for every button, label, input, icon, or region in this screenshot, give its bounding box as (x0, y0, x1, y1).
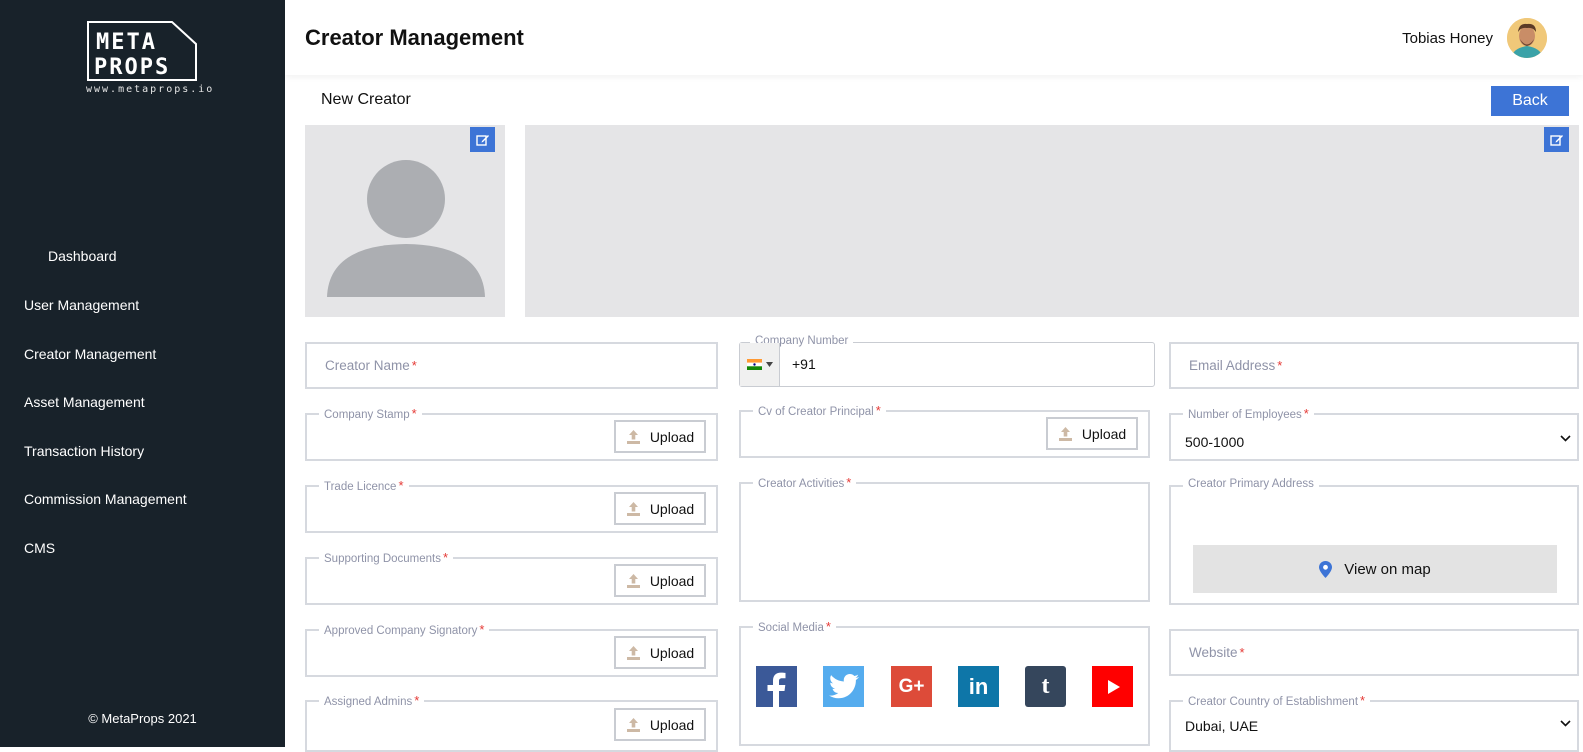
map-pin-icon (1319, 560, 1333, 578)
upload-icon (626, 573, 640, 588)
edit-cover-image-button[interactable] (1544, 127, 1569, 152)
youtube-icon[interactable] (1092, 666, 1133, 707)
edit-icon (1549, 134, 1563, 146)
top-header: Creator Management Tobias Honey (285, 0, 1583, 75)
assigned-admins-upload-button[interactable]: Upload (614, 708, 706, 741)
chevron-down-icon (1560, 435, 1571, 442)
creator-name-input[interactable]: Creator Name * (305, 342, 718, 389)
chevron-down-icon (1560, 720, 1571, 727)
cv-principal-upload-button[interactable]: Upload (1046, 417, 1138, 450)
assigned-admins-label: Assigned Admins * (319, 693, 425, 708)
linkedin-icon[interactable]: in (958, 666, 999, 707)
country-of-establishment-value: Dubai, UAE (1185, 718, 1259, 734)
upload-icon (626, 429, 640, 444)
tumblr-icon[interactable]: t (1025, 666, 1066, 707)
tumblr-glyph: t (1041, 673, 1050, 699)
logo-text-meta: META (96, 30, 157, 55)
country-code-value: +91 (792, 356, 816, 372)
assigned-admins-field: Assigned Admins * Upload (305, 693, 718, 752)
number-of-employees-select[interactable]: Number of Employees * 500-1000 (1169, 406, 1579, 461)
approved-company-signatory-field: Approved Company Signatory * Upload (305, 622, 718, 677)
user-name[interactable]: Tobias Honey (1402, 30, 1493, 47)
upload-icon (626, 717, 640, 732)
twitter-glyph (828, 674, 859, 699)
view-on-map-button[interactable]: View on map (1193, 545, 1557, 593)
supporting-documents-field: Supporting Documents * Upload (305, 550, 718, 605)
supporting-documents-label: Supporting Documents * (319, 550, 454, 565)
sidebar-footer: © MetaProps 2021 (88, 711, 197, 726)
country-of-establishment-label: Creator Country of Establishment * (1183, 693, 1371, 708)
edit-icon (475, 134, 489, 146)
cv-principal-field: Cv of Creator Principal * Upload (739, 403, 1150, 458)
creator-activities-textarea[interactable]: Creator Activities * (739, 475, 1150, 602)
trade-licence-upload-button[interactable]: Upload (614, 492, 706, 525)
section-title: New Creator (321, 91, 411, 108)
play-glyph (1107, 679, 1120, 694)
sidebar: META PROPS www.metaprops.io Dashboard Us… (0, 0, 285, 747)
email-address-input[interactable]: Email Address * (1169, 342, 1579, 389)
sidebar-item-cms[interactable]: CMS (24, 540, 55, 556)
edit-profile-image-button[interactable] (470, 127, 495, 152)
metaprops-logo: META PROPS (87, 21, 197, 81)
number-of-employees-value: 500-1000 (1185, 434, 1245, 450)
avatar[interactable] (1507, 18, 1547, 58)
twitter-icon[interactable] (823, 666, 864, 707)
linkedin-glyph: in (968, 673, 989, 699)
logo-url: www.metaprops.io (86, 84, 215, 95)
creator-primary-address-field: Creator Primary Address View on map (1169, 478, 1579, 605)
sidebar-item-creator-management[interactable]: Creator Management (24, 346, 156, 362)
upload-icon (1058, 426, 1072, 441)
sidebar-item-user-management[interactable]: User Management (24, 297, 139, 313)
upload-icon (626, 501, 640, 516)
company-stamp-label: Company Stamp * (319, 406, 422, 421)
back-button[interactable]: Back (1491, 86, 1569, 116)
supporting-documents-upload-button[interactable]: Upload (614, 564, 706, 597)
company-stamp-upload-button[interactable]: Upload (614, 420, 706, 453)
sidebar-item-commission-management[interactable]: Commission Management (24, 491, 187, 507)
profile-image-placeholder[interactable] (305, 125, 505, 317)
number-of-employees-label: Number of Employees * (1183, 406, 1314, 421)
person-placeholder-icon (327, 160, 485, 297)
facebook-icon[interactable] (756, 666, 797, 707)
company-number-input[interactable]: Company Number +91 (739, 335, 1155, 387)
creator-primary-address-label: Creator Primary Address (1183, 478, 1319, 490)
sidebar-item-asset-management[interactable]: Asset Management (24, 394, 145, 410)
page-title: Creator Management (305, 25, 524, 50)
social-media-field: Social Media * G+ in t (739, 619, 1150, 746)
sidebar-item-transaction-history[interactable]: Transaction History (24, 443, 144, 459)
user-avatar-image (1507, 18, 1547, 58)
website-placeholder: Website * (1189, 645, 1245, 660)
trade-licence-field: Trade Licence * Upload (305, 478, 718, 533)
india-flag-icon (746, 359, 762, 370)
google-plus-icon[interactable]: G+ (891, 666, 932, 707)
approved-company-signatory-label: Approved Company Signatory * (319, 622, 490, 637)
approved-company-signatory-upload-button[interactable]: Upload (614, 636, 706, 669)
sidebar-item-dashboard[interactable]: Dashboard (48, 248, 117, 264)
google-plus-glyph: G+ (898, 675, 925, 697)
cv-principal-label: Cv of Creator Principal * (753, 403, 886, 418)
trade-licence-label: Trade Licence * (319, 478, 409, 493)
social-media-label: Social Media * (753, 619, 836, 634)
email-address-placeholder: Email Address * (1189, 358, 1283, 373)
country-of-establishment-select[interactable]: Creator Country of Establishment * Dubai,… (1169, 693, 1579, 752)
company-stamp-field: Company Stamp * Upload (305, 406, 718, 461)
creator-name-placeholder: Creator Name * (325, 358, 417, 373)
website-input[interactable]: Website * (1169, 629, 1579, 676)
cover-image-placeholder[interactable] (525, 125, 1579, 317)
country-code-selector[interactable] (740, 343, 780, 386)
caret-down-icon (765, 362, 773, 367)
creator-activities-label: Creator Activities * (753, 475, 857, 490)
logo-text-props: PROPS (94, 55, 170, 80)
facebook-glyph (767, 672, 786, 707)
upload-icon (626, 645, 640, 660)
